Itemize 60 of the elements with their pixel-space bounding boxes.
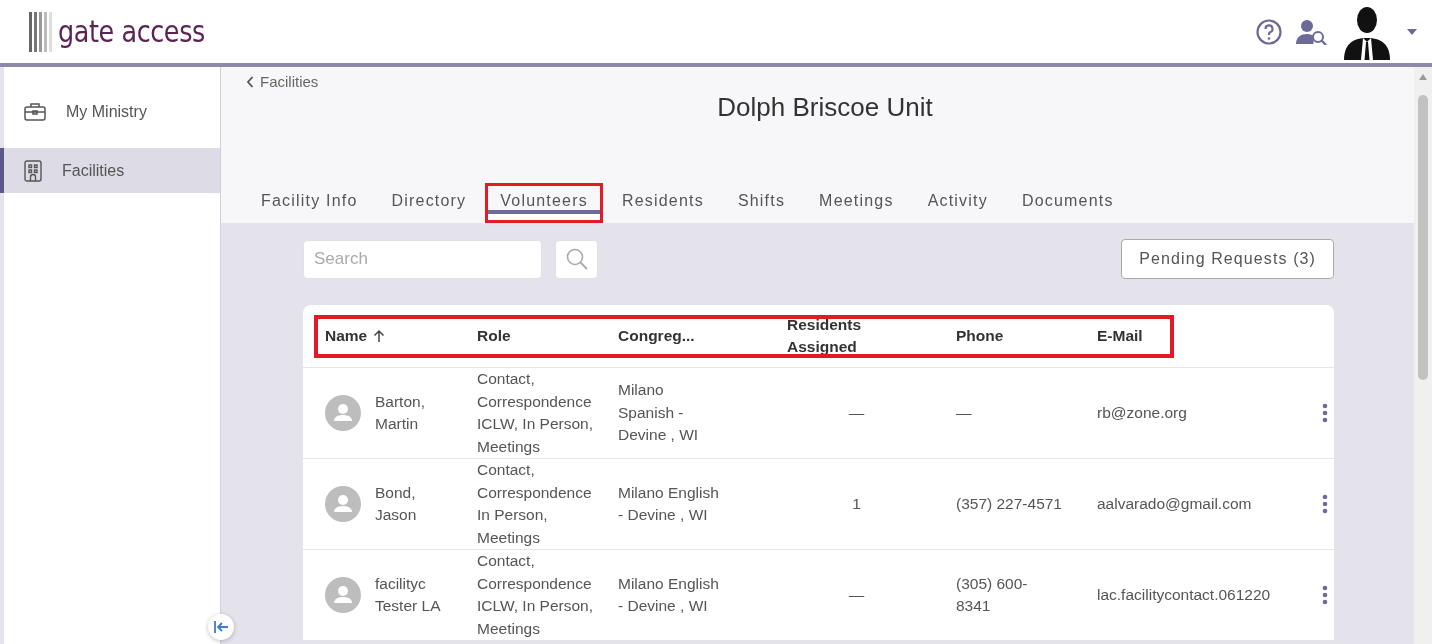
tab[interactable]: Shifts: [722, 183, 801, 223]
sidebar-item[interactable]: My Ministry: [0, 89, 220, 134]
table-cell-text: Milano English - Devine , WI: [618, 573, 720, 616]
tab[interactable]: Meetings: [804, 183, 909, 223]
chevron-left-icon: [246, 75, 254, 88]
column-header[interactable]: Phone: [956, 325, 1004, 347]
tab[interactable]: Activity: [912, 183, 1003, 223]
table-cell-text: —: [847, 402, 866, 423]
collapse-icon: [213, 620, 229, 634]
column-header[interactable]: Name: [325, 325, 368, 347]
more-icon: [1322, 494, 1328, 514]
tab[interactable]: Documents: [1006, 183, 1129, 223]
column-header[interactable]: Role: [477, 325, 511, 347]
search-icon: [564, 247, 589, 271]
briefcase-icon: [24, 101, 46, 122]
column-header[interactable]: Congreg...: [618, 325, 695, 347]
table-cell-text: lac.facilitycontact.061220: [1097, 584, 1272, 605]
caret-down-icon[interactable]: [1406, 27, 1418, 36]
page-title: Dolph Briscoe Unit: [716, 92, 934, 123]
tab[interactable]: Residents: [606, 183, 719, 223]
table-cell-text: Contact, Correspondence In Person, Meetings: [477, 460, 593, 548]
table-cell-text: Contact, Correspondence ICLW, In Person, Meetings: [477, 369, 594, 457]
table-cell-text: 1: [851, 493, 862, 514]
tab[interactable]: Directory: [376, 183, 482, 223]
table-cell-text: rb@zone.org: [1097, 402, 1188, 423]
sidebar-item[interactable]: Facilities: [0, 148, 220, 193]
avatar-icon: [325, 486, 361, 522]
more-icon: [1322, 403, 1328, 423]
logo-icon: [28, 9, 54, 54]
building-icon: [24, 159, 42, 182]
pending-requests-button[interactable]: Pending Requests (3): [1121, 239, 1334, 279]
back-link[interactable]: Facilities: [246, 73, 319, 90]
table-cell-text: Milano English - Devine , WI: [618, 482, 720, 525]
scrollbar[interactable]: [1414, 67, 1432, 644]
table-cell-text: Milano Spanish - Devine , WI: [618, 380, 700, 446]
app-logo-text: gate access: [58, 14, 205, 49]
help-icon[interactable]: [1256, 18, 1282, 45]
sort-up-icon[interactable]: [373, 329, 386, 343]
tab[interactable]: Facility Info: [246, 183, 373, 223]
tab[interactable]: Volunteers: [485, 183, 603, 223]
table-cell-text: —: [956, 402, 973, 423]
table-cell-text: Contact, Correspondence ICLW, In Person, Meetings: [477, 551, 594, 639]
user-search-icon[interactable]: [1296, 18, 1328, 45]
more-menu-button[interactable]: [1322, 403, 1328, 423]
avatar-icon: [325, 395, 361, 431]
volunteer-name: facilityc Tester LA: [375, 573, 441, 616]
table-cell-text: (305) 600- 8341: [956, 573, 1029, 616]
more-icon: [1322, 585, 1328, 605]
volunteer-name: Barton, Martin: [375, 391, 425, 434]
column-header[interactable]: Residents Assigned: [787, 314, 862, 358]
volunteer-name: Bond, Jason: [375, 482, 417, 525]
search-field[interactable]: Search: [303, 239, 542, 279]
table-cell-text: (357) 227-4571: [956, 493, 1063, 514]
avatar-icon: [325, 577, 361, 613]
column-header[interactable]: E-Mail: [1097, 325, 1143, 347]
table-cell-text: —: [847, 584, 866, 605]
collapse-sidebar-button[interactable]: [208, 614, 234, 640]
more-menu-button[interactable]: [1322, 494, 1328, 514]
table-cell-text: aalvarado@gmail.com: [1097, 493, 1253, 514]
more-menu-button[interactable]: [1322, 585, 1328, 605]
